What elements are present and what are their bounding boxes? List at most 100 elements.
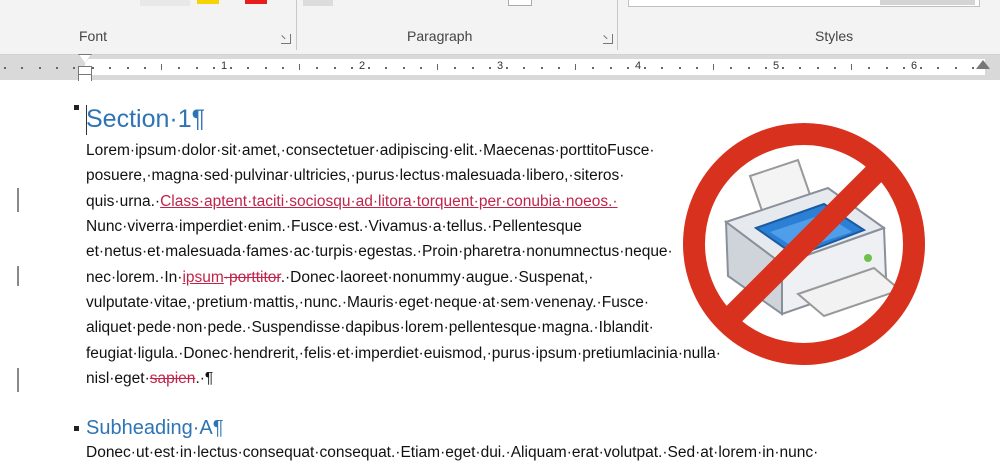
text-run: posuere,·magna·sed·pulvinar·ultricies,·p… bbox=[86, 167, 590, 184]
ruler-dot bbox=[178, 67, 181, 69]
ruler-dot bbox=[592, 67, 595, 69]
text-run: .·Donec·laoreet·nonummy·augue.·Suspen bbox=[280, 269, 572, 286]
text-run: Donec·ut·est·in·lectus·consequat·consequ… bbox=[86, 444, 819, 461]
ruler-number: 2 bbox=[358, 60, 366, 72]
first-line-indent-marker[interactable] bbox=[79, 55, 91, 63]
ruler-dot bbox=[55, 67, 58, 69]
ribbon-controls-stub bbox=[140, 0, 190, 6]
text-run: y.·Fusce· bbox=[585, 294, 650, 311]
text-run: Nunc·viverra·imperdiet·enim.·Fusce·est.·… bbox=[86, 218, 582, 235]
text-run: nisl·eget· bbox=[86, 370, 150, 387]
ruler-dot bbox=[92, 67, 94, 69]
text-run: vulputate·vitae,·pretium·mattis,·nunc.·M… bbox=[86, 294, 586, 311]
change-bar bbox=[17, 266, 19, 286]
ruler-half-tick bbox=[713, 64, 714, 70]
deleted-text: ·porttitor bbox=[223, 269, 281, 286]
inserted-text: Class·aptent·taciti·sociosqu·ad·litora·t… bbox=[160, 193, 584, 210]
ruler-dot bbox=[557, 67, 560, 69]
ruler-dot bbox=[833, 67, 836, 69]
group-divider bbox=[617, 0, 618, 50]
text-run: nec·lorem.·In· bbox=[86, 269, 183, 286]
body-text-line[interactable]: Lorem·ipsum·dolor·sit·amet,·consectetuer… bbox=[86, 141, 655, 161]
text-run: eros· bbox=[589, 167, 625, 184]
ruler-half-tick bbox=[575, 64, 576, 70]
ruler-dot bbox=[385, 67, 388, 69]
ruler-dot bbox=[281, 67, 284, 69]
text-run: Fusce· bbox=[607, 142, 655, 159]
text-run: quis·urna.· bbox=[86, 193, 161, 210]
ruler-dot bbox=[523, 67, 526, 69]
paragraph-dialog-launcher-icon[interactable] bbox=[603, 34, 613, 44]
ruler-half-tick bbox=[437, 64, 438, 70]
ruler-dot bbox=[816, 67, 819, 69]
style-selected[interactable] bbox=[880, 0, 975, 5]
change-bar bbox=[17, 188, 19, 212]
no-printing-icon bbox=[683, 123, 925, 365]
ruler-dot bbox=[333, 67, 336, 69]
ruler-dot bbox=[143, 67, 146, 69]
ruler-dot bbox=[264, 67, 267, 69]
body-text-line[interactable]: aliquet·pede·non·pede.·Suspendisse·dapib… bbox=[86, 318, 654, 338]
text-run: nectus· bbox=[573, 243, 625, 260]
ruler-dot bbox=[799, 67, 802, 69]
ruler-dot bbox=[350, 67, 353, 69]
ruler-dot bbox=[21, 67, 24, 69]
ruler-dot bbox=[230, 67, 232, 69]
text-run: neque· bbox=[624, 243, 673, 260]
body-text-line[interactable]: et·netus·et·malesuada·fames·ac·turpis·eg… bbox=[86, 242, 673, 262]
font-color-swatch[interactable] bbox=[245, 0, 267, 4]
body-text-line[interactable]: Donec·ut·est·in·lectus·consequat·consequ… bbox=[86, 443, 818, 463]
ruler-dot bbox=[506, 67, 508, 69]
ruler-dot bbox=[419, 67, 422, 69]
ruler-half-tick bbox=[299, 64, 300, 70]
keep-with-next-mark bbox=[74, 105, 79, 110]
ruler-dot bbox=[368, 67, 370, 69]
text-run: feugiat·ligula.·Donec·hendrerit,·felis·e… bbox=[86, 345, 634, 362]
ruler-dot bbox=[885, 67, 888, 69]
body-text-line[interactable]: vulputate·vitae,·pretium·mattis,·nunc.·M… bbox=[86, 293, 649, 313]
change-bar bbox=[17, 368, 19, 392]
highlight-color-swatch[interactable] bbox=[197, 0, 219, 4]
inserted-text: ipsum bbox=[182, 269, 224, 286]
ruler-dot bbox=[73, 67, 75, 69]
keep-with-next-mark bbox=[74, 426, 79, 431]
font-dialog-launcher-icon[interactable] bbox=[281, 34, 291, 44]
subheading-a[interactable]: Subheading·A¶ bbox=[86, 415, 224, 441]
ruler-dot bbox=[764, 67, 767, 69]
ruler-dot bbox=[747, 67, 750, 69]
ruler-dot bbox=[316, 67, 319, 69]
borders-button[interactable] bbox=[508, 0, 532, 6]
body-text-line[interactable]: quis·urna.·Class·aptent·taciti·sociosqu·… bbox=[86, 192, 618, 212]
text-run: at,· bbox=[571, 269, 594, 286]
ruler-number: 5 bbox=[772, 60, 780, 72]
body-text-line[interactable]: feugiat·ligula.·Donec·hendrerit,·felis·e… bbox=[86, 344, 721, 364]
inserted-text: eos.· bbox=[583, 193, 618, 210]
text-run: et·netus·et·malesuada·fames·ac·turpis·eg… bbox=[86, 243, 574, 260]
ruler-dot bbox=[937, 67, 940, 69]
ruler-dot bbox=[661, 67, 664, 69]
font-group-label: Font bbox=[79, 28, 108, 44]
ruler-number: 3 bbox=[496, 60, 504, 72]
ruler-dot bbox=[454, 67, 457, 69]
ruler-dot bbox=[695, 67, 698, 69]
ruler-dot bbox=[38, 67, 41, 69]
ruler-dot bbox=[471, 67, 474, 69]
text-run: Lorem·ipsum·dolor·sit·amet,·consectetuer… bbox=[86, 142, 608, 159]
body-text-line[interactable]: Nunc·viverra·imperdiet·enim.·Fusce·est.·… bbox=[86, 217, 582, 237]
right-indent-marker[interactable] bbox=[976, 60, 990, 69]
styles-group-label: Styles bbox=[815, 28, 854, 44]
body-text-line[interactable]: posuere,·magna·sed·pulvinar·ultricies,·p… bbox=[86, 166, 624, 186]
body-text-line[interactable]: nisl·eget·sapien.·¶ bbox=[86, 369, 213, 389]
ruler-dot bbox=[402, 67, 405, 69]
horizontal-ruler[interactable]: 1 2 3 4 5 6 bbox=[0, 55, 1000, 80]
ruler-dot bbox=[920, 67, 922, 69]
ruler-dot bbox=[954, 67, 957, 69]
heading-section-1[interactable]: Section·1¶ bbox=[86, 104, 205, 134]
ruler-dot bbox=[609, 67, 612, 69]
text-run: aliquet·pede·non·pede.·Suspendisse·dapib… bbox=[86, 319, 603, 336]
body-text-line[interactable]: nec·lorem.·In·ipsum·porttitor.·Donec·lao… bbox=[86, 268, 593, 288]
paragraph-controls-stub bbox=[303, 0, 333, 6]
ruler-dot bbox=[782, 67, 784, 69]
group-divider bbox=[296, 0, 297, 50]
ribbon: Font Paragraph Styles bbox=[0, 0, 1000, 55]
